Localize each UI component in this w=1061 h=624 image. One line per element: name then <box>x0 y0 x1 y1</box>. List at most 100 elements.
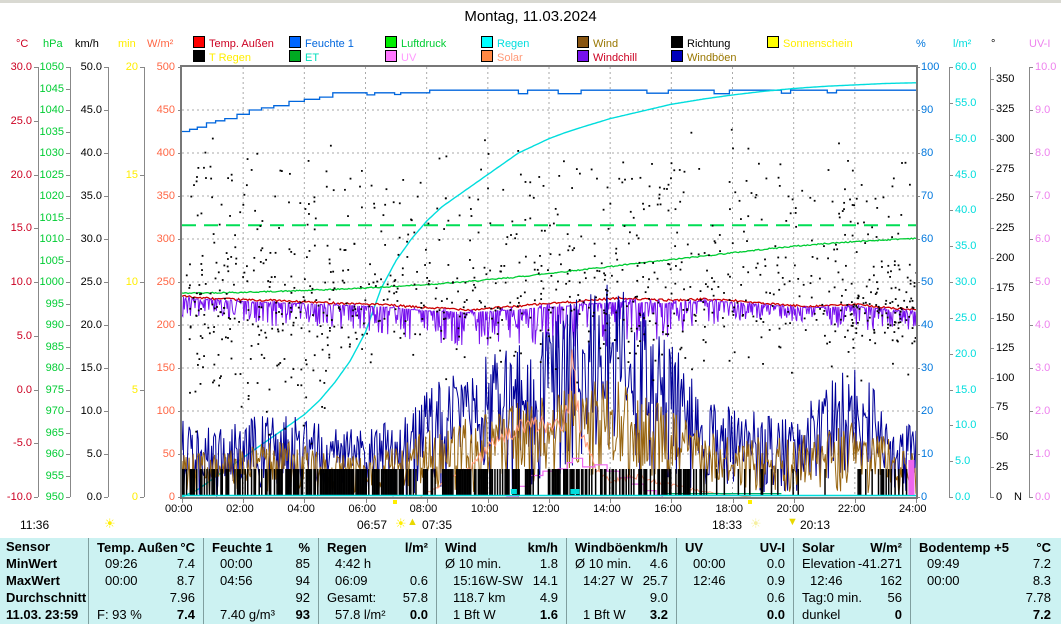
direction-dot <box>375 285 377 287</box>
direction-dot <box>594 277 596 279</box>
direction-dot <box>756 320 758 322</box>
table-column-uv: UVUV-I00:000.012:460.90.60.0 <box>676 538 790 624</box>
x-axis-tick <box>366 499 367 503</box>
direction-dot <box>843 202 845 204</box>
direction-dot <box>866 286 868 288</box>
direction-dot <box>867 233 869 235</box>
direction-dot <box>628 341 630 343</box>
direction-dot <box>293 287 295 289</box>
direction-dot <box>547 329 549 331</box>
direction-dot <box>908 316 910 318</box>
direction-dot <box>413 232 415 234</box>
rain-bar <box>452 469 454 495</box>
direction-dot <box>266 411 268 413</box>
axis-tick <box>949 175 953 176</box>
axis-header: °C <box>16 38 28 50</box>
direction-dot <box>762 321 764 323</box>
direction-dot <box>323 312 325 314</box>
direction-dot <box>520 352 522 354</box>
direction-dot <box>198 284 200 286</box>
direction-dot <box>856 198 858 200</box>
direction-dot <box>474 277 476 279</box>
rain-bar <box>258 469 260 495</box>
direction-dot <box>366 333 368 335</box>
direction-dot <box>635 353 637 355</box>
table-row: 06:090.6 <box>319 572 433 589</box>
direction-dot <box>747 271 749 273</box>
direction-dot <box>189 338 191 340</box>
table-column-unit: % <box>298 540 310 555</box>
direction-dot <box>607 290 609 292</box>
direction-dot <box>306 256 308 258</box>
direction-dot <box>315 218 317 220</box>
direction-dot <box>309 285 311 287</box>
direction-dot <box>387 283 389 285</box>
direction-dot <box>899 314 901 316</box>
direction-dot <box>644 262 646 264</box>
direction-dot <box>480 302 482 304</box>
direction-dot <box>363 323 365 325</box>
direction-dot <box>487 188 489 190</box>
direction-dot <box>240 301 242 303</box>
rain-bar <box>894 469 896 495</box>
direction-dot <box>761 336 763 338</box>
sun_end-label: 18:33 <box>712 518 742 532</box>
rain-bar <box>659 469 661 495</box>
axis-tick-label: 6.0 <box>1035 234 1050 244</box>
direction-dot <box>314 228 316 230</box>
direction-dot <box>654 272 656 274</box>
sunset-icon: ▼ <box>787 516 798 528</box>
direction-dot <box>679 169 681 171</box>
direction-dot <box>231 340 233 342</box>
direction-dot <box>614 339 616 341</box>
direction-dot <box>378 320 380 322</box>
direction-dot <box>524 291 526 293</box>
direction-dot <box>529 181 531 183</box>
direction-dot <box>595 296 597 298</box>
direction-dot <box>284 358 286 360</box>
direction-dot <box>823 245 825 247</box>
direction-dot <box>530 317 532 319</box>
direction-dot <box>605 289 607 291</box>
table-column-windb-en: Windböenkm/hØ 10 min.4.614:27W25.79.01 B… <box>566 538 673 624</box>
table-cell-value: 0.0 <box>767 607 785 622</box>
direction-dot <box>606 323 608 325</box>
direction-dot <box>603 312 605 314</box>
axis-tick <box>1029 196 1033 197</box>
direction-dot <box>268 434 270 436</box>
legend-color-box <box>289 50 301 62</box>
direction-dot <box>446 298 448 300</box>
legend-label: T Regen <box>209 52 251 64</box>
direction-dot <box>393 331 395 333</box>
rain-bar <box>298 469 300 495</box>
direction-dot <box>207 327 209 329</box>
direction-dot <box>251 169 253 171</box>
rain-bar <box>317 469 319 495</box>
direction-dot <box>487 337 489 339</box>
direction-dot <box>821 304 823 306</box>
direction-dot <box>659 194 661 196</box>
x-axis-label: 08:00 <box>410 503 438 515</box>
direction-dot <box>704 252 706 254</box>
direction-dot <box>384 318 386 320</box>
rain-bar <box>315 469 317 495</box>
direction-dot <box>242 204 244 206</box>
direction-dot <box>657 278 659 280</box>
direction-dot <box>300 384 302 386</box>
direction-dot <box>852 339 854 341</box>
legend-label: Solar <box>497 52 523 64</box>
sunshine-tick <box>748 500 752 504</box>
direction-dot <box>895 298 897 300</box>
rain-bar <box>744 469 746 495</box>
direction-dot <box>484 306 486 308</box>
direction-dot <box>889 302 891 304</box>
rain-bar <box>186 469 188 495</box>
direction-dot <box>197 215 199 217</box>
rain-bar <box>290 469 292 495</box>
rain-bar <box>653 469 655 495</box>
rain-bar <box>406 469 408 495</box>
rain-bar <box>497 469 499 495</box>
axis-tick-label: 350 <box>0 191 175 201</box>
rain-bar <box>549 469 551 495</box>
axis-tick-label: 1.0 <box>1035 449 1050 459</box>
